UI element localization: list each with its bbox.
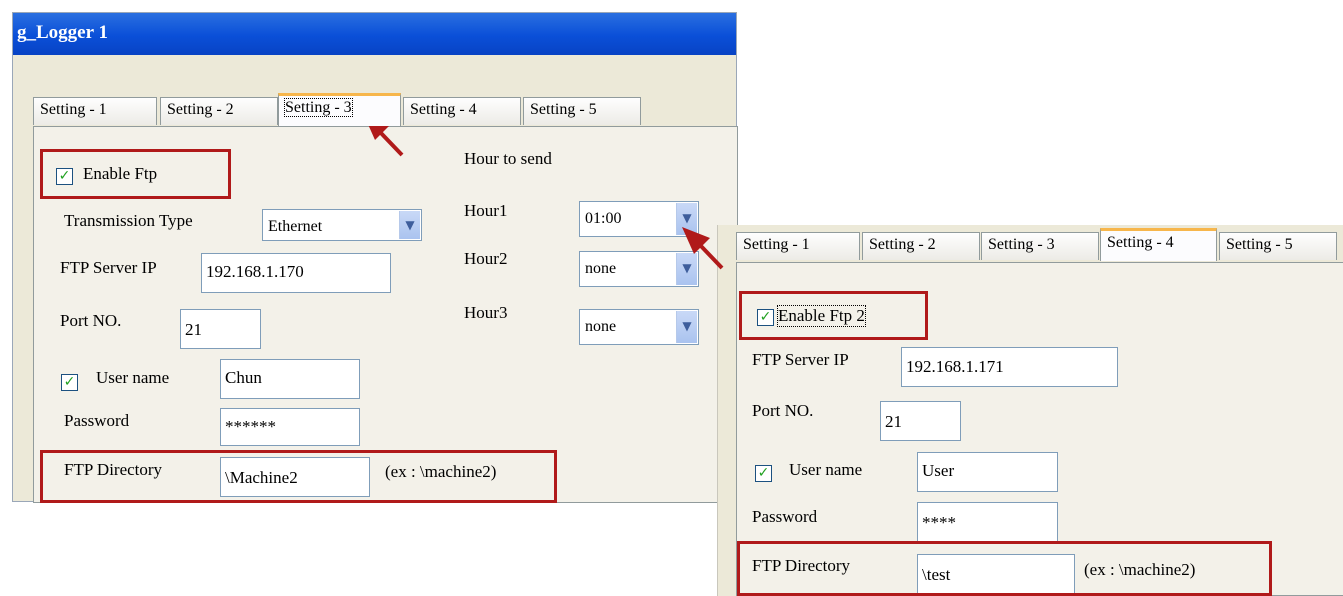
tab-setting-4[interactable]: Setting - 4	[1100, 228, 1217, 261]
tab-label: Setting - 4	[1107, 234, 1174, 251]
arrow-to-hour1-dropdown	[682, 227, 724, 270]
tab-setting-3[interactable]: Setting - 3	[278, 93, 401, 126]
tab-label: Setting - 3	[284, 98, 353, 117]
annotation-arrows	[363, 113, 724, 270]
